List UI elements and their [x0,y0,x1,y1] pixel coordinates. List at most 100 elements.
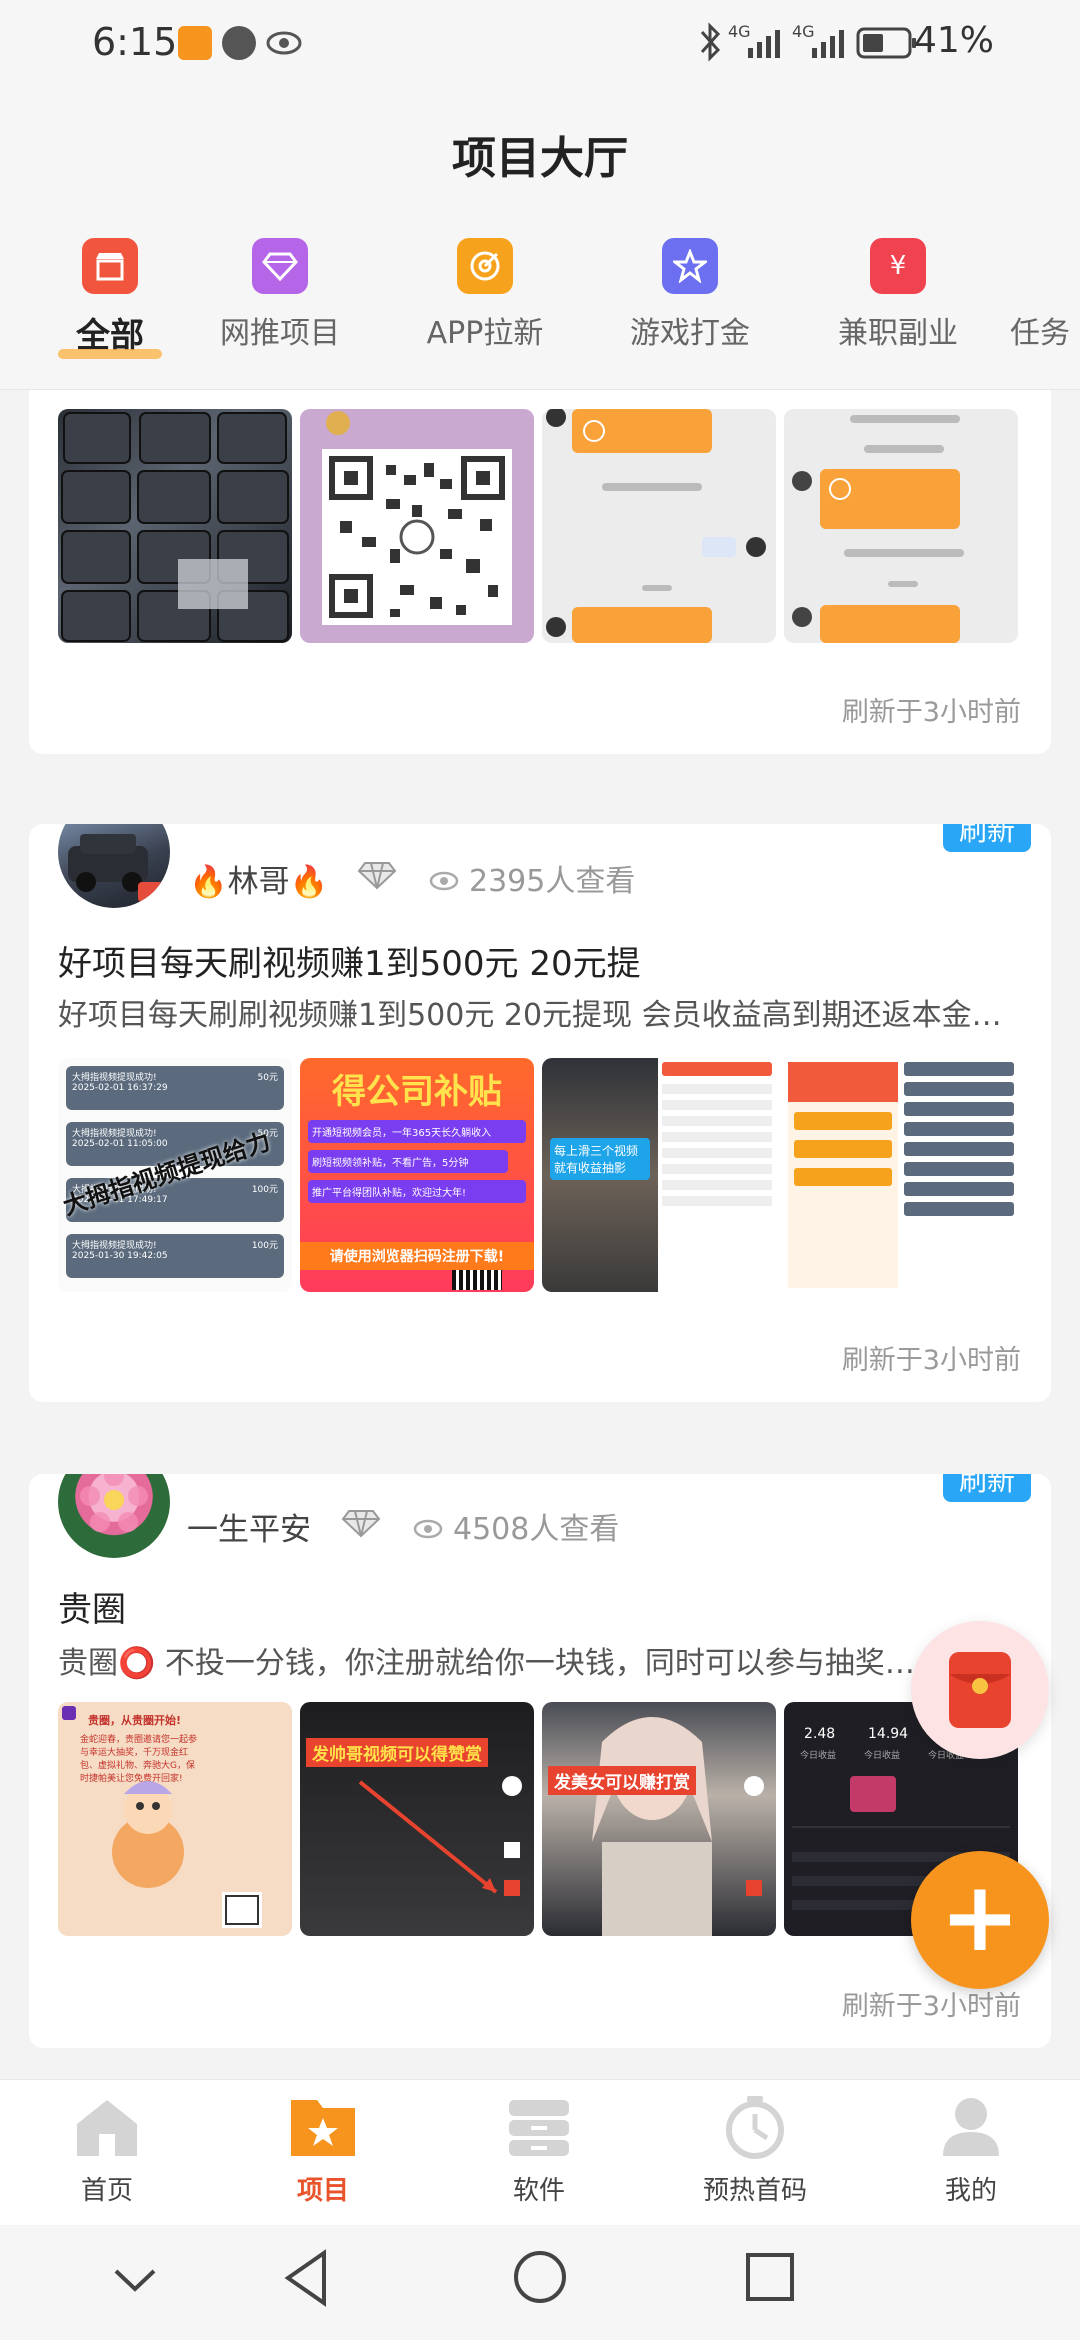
red-envelope-button[interactable] [911,1621,1049,1759]
stat-value: 2.48 [804,1726,836,1742]
thumbnail-image[interactable]: 大拇指视频提现成功! 50元 2025-02-01 16:37:29 大拇指视频提现… [58,1058,292,1292]
status-bar: 6:15 4G 4G 41% [0,0,1080,90]
qr-code-icon [452,1270,502,1290]
poster-footer: 请使用浏览器扫码注册下载! [300,1242,534,1270]
browser-icon [222,26,256,60]
eye-icon [266,26,302,60]
battery-icon [856,26,918,64]
eye-icon [413,1513,443,1548]
recents-icon[interactable] [744,2251,796,2303]
project-card[interactable]: 刷新于3小时前 [29,390,1051,754]
video-app-icon [178,26,212,60]
withdraw-row-text: 大拇指视频提现成功! [72,1241,157,1251]
bottom-nav: 首页 项目 软件 预热首码 我的 [0,2079,1080,2225]
thumbnail-image[interactable]: 每上滑三个视频 就有收益抽影 [542,1058,776,1292]
thumbnail-image[interactable]: 贵圈，从贵圈开始! 金蛇迎春，贵圈邀请您一起参与幸运大抽奖，千万现金红包、虚拟礼… [58,1702,292,1936]
poster-line: 推广平台得团队补贴，欢迎过大年! [308,1180,526,1203]
add-project-button[interactable]: + [911,1851,1049,1989]
stat-value: 14.94 [868,1726,909,1742]
project-folder-icon [291,2100,355,2156]
overlay-caption: 每上滑三个视频 就有收益抽影 [550,1138,650,1180]
project-card[interactable]: 一生平安 4508人查看 刷新 贵圈 贵圈⭕ 不投一分钱，你注册就给你一块钱，同… [29,1474,1051,2048]
refresh-badge[interactable]: 刷新 [943,1474,1031,1502]
avatar[interactable] [58,1474,170,1558]
system-nav-bar [0,2225,1080,2340]
refresh-time: 刷新于3小时前 [841,1345,1021,1376]
withdraw-row-text: 大拇指视频提现成功! [72,1129,157,1139]
chat-screenshot-thumbnail[interactable] [784,409,1018,643]
view-count: 2395人查看 [429,856,635,900]
category-tab-parttime[interactable]: ¥ 兼职副业 [808,238,988,352]
withdraw-amount: 100元 [251,1241,278,1251]
withdraw-amount: 100元 [251,1185,278,1195]
page-title: 项目大厅 [452,133,628,184]
thumbnail-row [58,409,1018,643]
project-description: 好项目每天刷刷视频赚1到500元 20元提现 会员收益高到期还返本金… [58,998,1002,1033]
withdraw-date: 2025-01-30 19:42:05 [72,1251,168,1261]
nav-label: 软件 [512,2176,565,2206]
nav-software[interactable]: 软件 [459,2094,619,2207]
star-icon [662,238,718,294]
category-label: 网推项目 [220,316,340,351]
poster-heading: 得公司补贴 [332,1072,502,1112]
thumbnail-image[interactable]: 得公司补贴 开通短视频会员，一年365天长久躺收入 刷短视频领补贴，不看广告，5… [300,1058,534,1292]
view-count: 4508人查看 [413,1504,619,1548]
refresh-badge[interactable]: 刷新 [943,824,1031,852]
thumbnail-image[interactable]: 发美女可以赚打赏 [542,1702,776,1936]
category-tab-game[interactable]: 游戏打金 [600,238,780,352]
category-tab-all[interactable]: 全部 [20,238,200,359]
thumbnail-image[interactable]: 发帅哥视频可以得赞赏 [300,1702,534,1936]
nav-home[interactable]: 首页 [27,2094,187,2207]
nav-label: 项目 [296,2176,349,2206]
overlay-caption: 发美女可以赚打赏 [548,1766,696,1795]
status-time: 6:15 [92,20,178,64]
thumbnail-image[interactable] [58,409,292,643]
project-card[interactable]: 🔥林哥🔥 2395人查看 刷新 好项目每天刷视频赚1到500元 20元提 好项目… [29,824,1051,1402]
target-icon [457,238,513,294]
avatar[interactable] [58,824,170,908]
battery-percent: 41% [913,20,994,61]
category-label: APP拉新 [426,316,544,351]
nav-project[interactable]: 项目 [243,2094,403,2207]
withdraw-date: 2025-02-01 16:37:29 [72,1083,168,1093]
username[interactable]: 🔥林哥🔥 [189,856,328,901]
qr-code-thumbnail[interactable] [300,409,534,643]
category-label: 兼职副业 [838,316,958,351]
project-title[interactable]: 贵圈 [58,1582,126,1631]
bluetooth-icon [698,22,722,66]
poster-line: 刷短视频领补贴，不看广告，5分钟 [308,1150,508,1173]
refresh-time: 刷新于3小时前 [841,1991,1021,2022]
chat-screenshot-thumbnail[interactable] [542,409,776,643]
money-bag-icon: ¥ [870,238,926,294]
category-label: 游戏打金 [630,316,750,351]
category-tab-network[interactable]: 网推项目 [190,238,370,352]
project-title[interactable]: 好项目每天刷视频赚1到500元 20元提 [58,936,641,985]
withdraw-amount: 50元 [257,1073,278,1083]
home-circle-icon[interactable] [512,2249,568,2305]
thumbnail-image[interactable] [784,1058,1018,1292]
signal-icon-1: 4G [728,22,780,58]
profile-icon [943,2098,999,2156]
back-icon[interactable] [282,2249,332,2307]
diamond-icon [252,238,308,294]
nav-preheat[interactable]: 预热首码 [675,2094,835,2207]
category-tab-app[interactable]: APP拉新 [395,238,575,352]
nav-label: 预热首码 [702,2176,807,2206]
category-tab-task[interactable]: 任务 [1010,238,1080,352]
eye-icon [429,865,459,900]
header: 项目大厅 全部 网推项目 APP拉新 游戏打金 ¥ 兼职副业 任务 [0,90,1080,390]
refresh-time: 刷新于3小时前 [841,697,1021,728]
chevron-down-icon[interactable] [110,2263,160,2297]
stopwatch-icon [726,2096,784,2159]
thumbnail-row: 大拇指视频提现成功! 50元 2025-02-01 16:37:29 大拇指视频提现… [58,1058,1018,1292]
red-envelope-icon [949,1652,1011,1728]
withdraw-row-text: 大拇指视频提现成功! [72,1073,157,1083]
software-drawer-icon [509,2100,569,2156]
username[interactable]: 一生平安 [187,1504,311,1549]
nav-label: 首页 [80,2176,133,2206]
stat-label: 今日收益 [864,1751,901,1761]
nav-mine[interactable]: 我的 [891,2094,1051,2207]
home-icon [77,2100,137,2156]
diamond-vip-icon [357,860,397,890]
poster-line: 开通短视频会员，一年365天长久躺收入 [308,1120,526,1143]
